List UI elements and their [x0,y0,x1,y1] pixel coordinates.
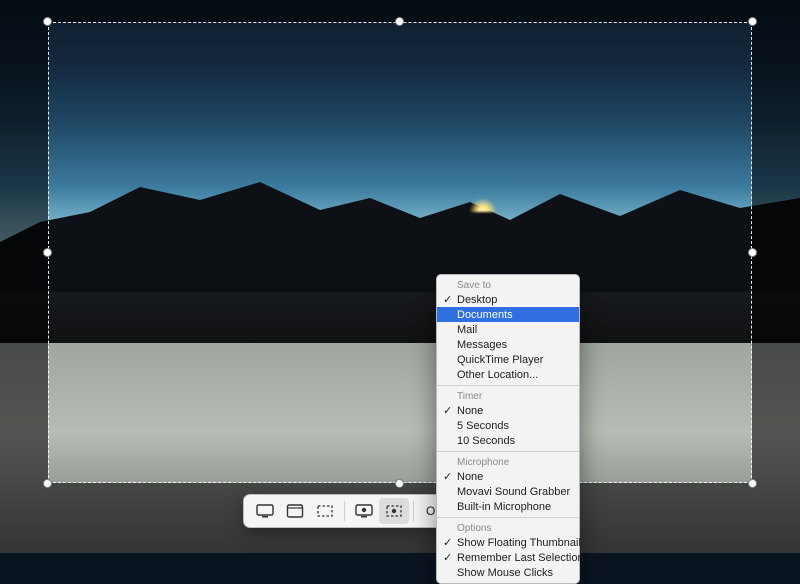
menu-item-timer-none[interactable]: ✓None [437,403,579,418]
resize-handle-w[interactable] [43,248,52,257]
menu-item-messages[interactable]: Messages [437,337,579,352]
menu-item-quicktime[interactable]: QuickTime Player [437,352,579,367]
screen-record-icon [355,504,373,518]
capture-window-button[interactable] [280,498,310,524]
menu-item-mic-none[interactable]: ✓None [437,469,579,484]
selection-icon [316,504,334,518]
menu-item-remember-selection[interactable]: ✓Remember Last Selection [437,550,579,565]
menu-separator [437,385,579,386]
toolbar-separator [344,501,345,521]
menu-separator [437,451,579,452]
menu-section-title-options: Options [437,521,579,535]
checkmark-icon: ✓ [443,470,452,483]
resize-handle-se[interactable] [748,479,757,488]
dim-overlay [0,22,48,483]
checkmark-icon: ✓ [443,293,452,306]
capture-portion-button[interactable] [310,498,340,524]
menu-item-other-location[interactable]: Other Location... [437,367,579,382]
capture-selection[interactable] [48,22,752,483]
menu-item-show-mouse-clicks[interactable]: Show Mouse Clicks [437,565,579,580]
menu-item-timer-5s[interactable]: 5 Seconds [437,418,579,433]
menu-section-title-saveto: Save to [437,278,579,292]
menu-item-mic-movavi[interactable]: Movavi Sound Grabber [437,484,579,499]
screen-icon [256,504,274,518]
selection-record-icon [385,504,403,518]
resize-handle-e[interactable] [748,248,757,257]
menu-item-mail[interactable]: Mail [437,322,579,337]
menu-item-mic-builtin[interactable]: Built-in Microphone [437,499,579,514]
checkmark-icon: ✓ [443,404,452,417]
resize-handle-n[interactable] [395,17,404,26]
menu-item-timer-10s[interactable]: 10 Seconds [437,433,579,448]
options-menu: Save to ✓Desktop Documents Mail Messages… [436,274,580,584]
record-entire-screen-button[interactable] [349,498,379,524]
resize-handle-ne[interactable] [748,17,757,26]
resize-handle-s[interactable] [395,479,404,488]
menu-separator [437,517,579,518]
menu-item-floating-thumbnail[interactable]: ✓Show Floating Thumbnail [437,535,579,550]
dim-overlay [752,22,800,483]
record-portion-button[interactable] [379,498,409,524]
resize-handle-sw[interactable] [43,479,52,488]
window-icon [286,504,304,518]
menu-section-title-timer: Timer [437,389,579,403]
resize-handle-nw[interactable] [43,17,52,26]
menu-item-desktop[interactable]: ✓Desktop [437,292,579,307]
capture-entire-screen-button[interactable] [250,498,280,524]
menu-item-documents[interactable]: Documents [437,307,579,322]
toolbar-separator [413,501,414,521]
checkmark-icon: ✓ [443,536,452,549]
menu-section-title-microphone: Microphone [437,455,579,469]
